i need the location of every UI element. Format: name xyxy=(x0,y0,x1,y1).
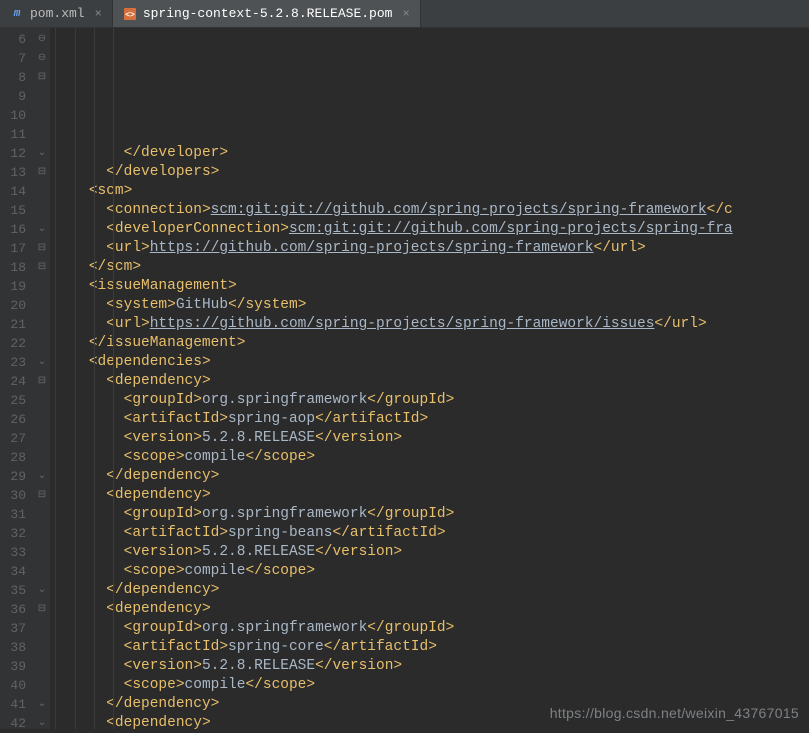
close-icon[interactable]: × xyxy=(402,7,409,21)
tab-spring-context-pom[interactable]: <> spring-context-5.2.8.RELEASE.pom × xyxy=(113,0,421,27)
fold-column: ⊖⊖⊟ ⌄⊟ ⌄⊟⊟ ⌄⊟ ⌄⊟ ⌄⊟ ⌄⌄ xyxy=(34,28,50,729)
code-area[interactable]: </developer> </developers> <scm> <connec… xyxy=(50,28,809,729)
line-number-gutter: 6789101112131415161718192021222324252627… xyxy=(0,28,34,729)
tab-pom-xml[interactable]: m pom.xml × xyxy=(0,0,113,27)
pom-file-icon: <> xyxy=(123,7,137,21)
editor-tabs: m pom.xml × <> spring-context-5.2.8.RELE… xyxy=(0,0,809,28)
watermark-text: https://blog.csdn.net/weixin_43767015 xyxy=(550,705,799,721)
close-icon[interactable]: × xyxy=(95,7,102,21)
maven-icon: m xyxy=(10,7,24,21)
tab-label: spring-context-5.2.8.RELEASE.pom xyxy=(143,6,393,21)
tab-label: pom.xml xyxy=(30,6,85,21)
svg-text:<>: <> xyxy=(125,11,135,20)
code-editor[interactable]: 6789101112131415161718192021222324252627… xyxy=(0,28,809,729)
